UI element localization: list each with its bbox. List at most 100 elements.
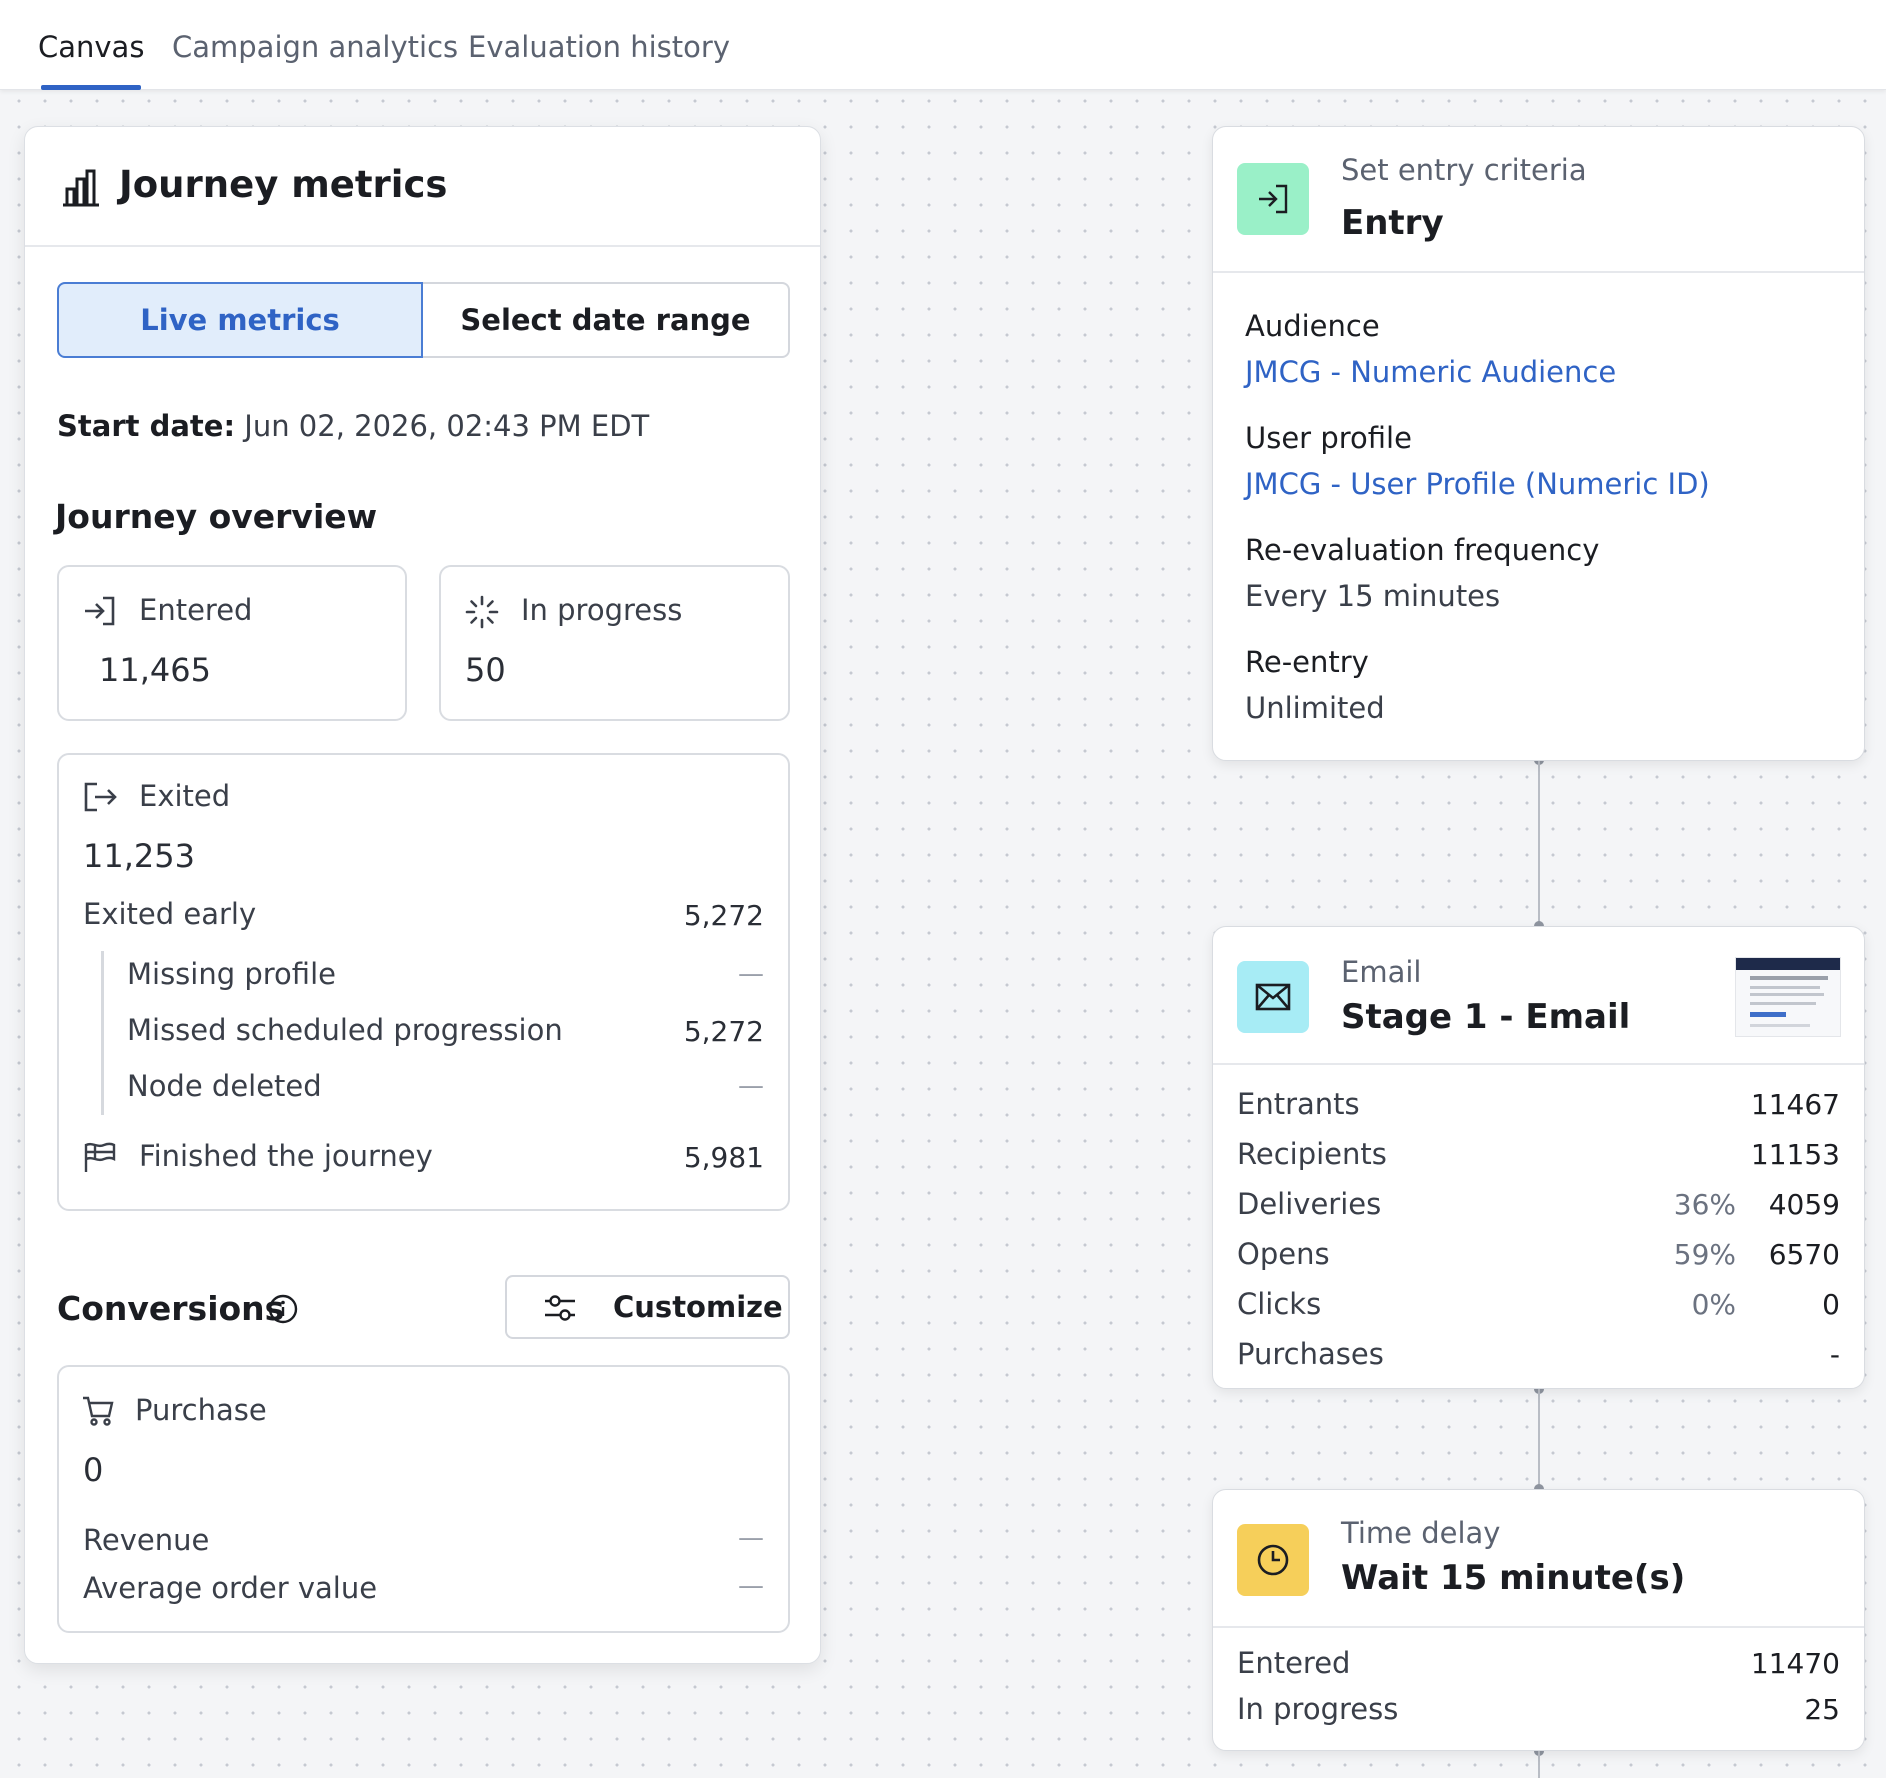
thumbnail-button xyxy=(1750,1012,1786,1017)
thumbnail-header xyxy=(1736,958,1840,970)
clicks-label: Clicks xyxy=(1237,1287,1322,1321)
reentry-value: Unlimited xyxy=(1245,691,1385,725)
purchase-value: 0 xyxy=(83,1451,104,1489)
thumbnail-line xyxy=(1750,993,1824,996)
exited-label: Exited xyxy=(139,779,231,813)
connector-line xyxy=(1538,1389,1540,1489)
exited-early-value: 5,272 xyxy=(683,899,764,932)
purchase-label: Purchase xyxy=(135,1393,267,1427)
sliders-icon xyxy=(543,1293,577,1323)
clicks-value: 0 xyxy=(1822,1288,1840,1321)
delay-in-progress-label: In progress xyxy=(1237,1692,1399,1726)
deliveries-label: Deliveries xyxy=(1237,1187,1382,1221)
purchases-label: Purchases xyxy=(1237,1337,1384,1371)
entered-value: 11,465 xyxy=(99,651,211,689)
enter-icon xyxy=(83,595,117,627)
live-metrics-button[interactable]: Live metrics xyxy=(57,282,423,358)
email-node[interactable]: Email Stage 1 - Email Entrants 11467 Rec… xyxy=(1212,926,1865,1389)
conversions-title: Conversions xyxy=(57,1289,285,1328)
deliveries-pct: 36% xyxy=(1673,1188,1736,1221)
audience-link[interactable]: JMCG - Numeric Audience xyxy=(1245,355,1616,389)
entry-icon xyxy=(1237,163,1309,235)
clicks-pct: 0% xyxy=(1691,1288,1736,1321)
missed-progression-value: 5,272 xyxy=(683,1015,764,1048)
reentry-label: Re-entry xyxy=(1245,645,1369,679)
recipients-label: Recipients xyxy=(1237,1137,1387,1171)
reevaluation-label: Re-evaluation frequency xyxy=(1245,533,1600,567)
thumbnail-line xyxy=(1750,1024,1810,1027)
delay-title: Wait 15 minute(s) xyxy=(1341,1558,1686,1598)
email-subtitle: Email xyxy=(1341,955,1422,989)
entered-card: Entered 11,465 xyxy=(57,565,407,721)
delay-entered-label: Entered xyxy=(1237,1646,1351,1680)
purchases-value: - xyxy=(1829,1338,1840,1371)
connector-line xyxy=(1538,1751,1540,1778)
exited-value: 11,253 xyxy=(83,837,195,875)
reevaluation-value: Every 15 minutes xyxy=(1245,579,1501,613)
tab-campaign-analytics[interactable]: Campaign analytics xyxy=(172,30,458,90)
exit-icon xyxy=(83,781,119,813)
exited-card: Exited 11,253 Exited early 5,272 Missing… xyxy=(57,753,790,1211)
recipients-value: 11153 xyxy=(1750,1138,1840,1171)
flag-icon xyxy=(83,1141,117,1173)
missing-profile-value: — xyxy=(738,959,764,989)
opens-value: 6570 xyxy=(1768,1238,1840,1271)
customize-button[interactable]: Customize xyxy=(505,1275,790,1339)
time-delay-node[interactable]: Time delay Wait 15 minute(s) Entered 114… xyxy=(1212,1489,1865,1751)
thumbnail-line xyxy=(1750,1002,1816,1005)
node-divider xyxy=(1213,1063,1864,1065)
select-date-range-button[interactable]: Select date range xyxy=(423,282,790,358)
aov-value: — xyxy=(738,1571,764,1601)
node-deleted-value: — xyxy=(738,1071,764,1101)
envelope-icon xyxy=(1237,961,1309,1033)
purchase-card: Purchase 0 Revenue — Average order value… xyxy=(57,1365,790,1633)
delay-in-progress-value: 25 xyxy=(1804,1693,1840,1726)
panel-header: Journey metrics xyxy=(25,127,820,247)
bar-chart-icon xyxy=(61,169,101,207)
in-progress-label: In progress xyxy=(521,593,683,627)
opens-label: Opens xyxy=(1237,1237,1330,1271)
journey-metrics-panel: Journey metrics Live metrics Select date… xyxy=(24,126,821,1664)
panel-title: Journey metrics xyxy=(119,163,448,206)
user-profile-label: User profile xyxy=(1245,421,1412,455)
breakdown-divider xyxy=(101,951,104,1115)
tab-evaluation-history[interactable]: Evaluation history xyxy=(468,30,730,90)
tab-canvas[interactable]: Canvas xyxy=(38,30,144,90)
node-divider xyxy=(1213,1626,1864,1628)
cart-icon xyxy=(81,1395,115,1427)
customize-label: Customize xyxy=(613,1290,783,1324)
deliveries-value: 4059 xyxy=(1768,1188,1840,1221)
in-progress-card: In progress 50 xyxy=(439,565,790,721)
journey-overview-title: Journey overview xyxy=(55,497,378,536)
missed-progression-label: Missed scheduled progression xyxy=(127,1013,563,1047)
aov-label: Average order value xyxy=(83,1571,378,1605)
finished-label: Finished the journey xyxy=(139,1139,433,1173)
entry-title: Entry xyxy=(1341,203,1444,243)
entrants-label: Entrants xyxy=(1237,1087,1360,1121)
entrants-value: 11467 xyxy=(1750,1088,1840,1121)
email-thumbnail[interactable] xyxy=(1735,957,1841,1037)
revenue-value: — xyxy=(738,1523,764,1553)
node-deleted-label: Node deleted xyxy=(127,1069,322,1103)
start-date: Start date: Jun 02, 2026, 02:43 PM EDT xyxy=(57,409,649,443)
entry-node[interactable]: Set entry criteria Entry Audience JMCG -… xyxy=(1212,126,1865,761)
exited-early-label: Exited early xyxy=(83,897,257,931)
delay-entered-value: 11470 xyxy=(1750,1647,1840,1680)
audience-label: Audience xyxy=(1245,309,1380,343)
revenue-label: Revenue xyxy=(83,1523,210,1557)
connector-line xyxy=(1538,760,1540,925)
info-icon[interactable] xyxy=(267,1293,299,1325)
top-tab-bar: Canvas Campaign analytics Evaluation his… xyxy=(0,0,1886,90)
clock-icon xyxy=(1237,1524,1309,1596)
user-profile-link[interactable]: JMCG - User Profile (Numeric ID) xyxy=(1245,467,1710,501)
spinner-icon xyxy=(465,595,499,629)
finished-value: 5,981 xyxy=(683,1141,764,1174)
missing-profile-label: Missing profile xyxy=(127,957,336,991)
node-divider xyxy=(1213,271,1864,273)
opens-pct: 59% xyxy=(1673,1238,1736,1271)
start-date-label: Start date: xyxy=(57,409,236,443)
entered-label: Entered xyxy=(139,593,253,627)
in-progress-value: 50 xyxy=(465,651,506,689)
thumbnail-line xyxy=(1750,976,1828,980)
thumbnail-line xyxy=(1750,986,1820,989)
